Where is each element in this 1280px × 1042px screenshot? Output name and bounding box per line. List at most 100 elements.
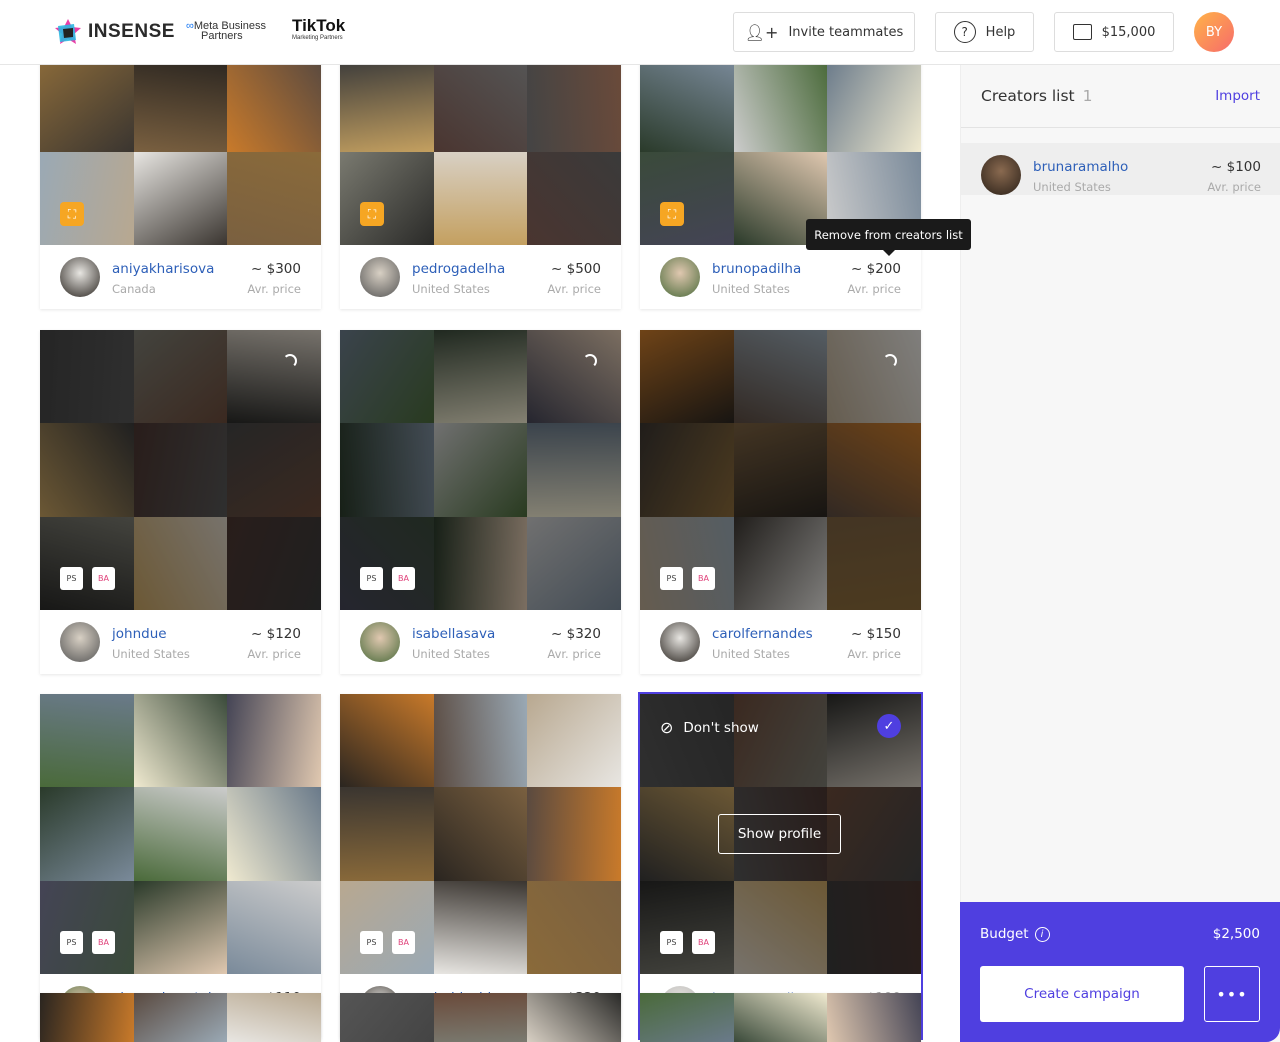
portfolio-image xyxy=(227,58,321,152)
price-label: Avr. price xyxy=(247,282,301,296)
creator-card[interactable]: PS BA carolfernandes United States ~ $150 Avr… xyxy=(640,330,921,674)
portfolio-image xyxy=(40,58,134,152)
creator-card[interactable] xyxy=(340,993,621,1042)
invite-label: Invite teammates xyxy=(788,24,904,40)
portfolio-image xyxy=(40,151,134,245)
info-icon[interactable]: i xyxy=(1034,926,1050,942)
avatar xyxy=(360,622,400,662)
portfolio-image xyxy=(527,330,621,424)
ba-badge: BA xyxy=(392,931,415,954)
portfolio-image xyxy=(433,151,528,245)
help-icon: ? xyxy=(953,21,976,43)
creator-card[interactable]: PSBAalexandreestol...Canada~ $110Avr. pr… xyxy=(40,694,321,1038)
portfolio-image xyxy=(640,516,734,610)
portfolio-image xyxy=(527,151,621,245)
portfolio-image xyxy=(40,423,134,517)
creator-price: ~ $120 xyxy=(251,626,301,642)
help-label: Help xyxy=(985,24,1016,40)
creator-info: carolfernandes United States ~ $150 Avr. pr… xyxy=(640,610,921,674)
portfolio-image xyxy=(733,880,828,974)
portfolio-image xyxy=(733,330,828,424)
ps-badge: PS xyxy=(60,567,83,590)
portfolio-grid[interactable] xyxy=(340,993,621,1042)
portfolio-grid[interactable] xyxy=(40,993,321,1042)
creator-card[interactable]: PSBA⊘Don't show✓Show profilebrunaramalho… xyxy=(638,692,923,1040)
dont-show-button[interactable]: ⊘ Don't show xyxy=(660,718,759,737)
import-link[interactable]: Import xyxy=(1215,88,1260,104)
selected-check-icon[interactable]: ✓ xyxy=(877,714,901,738)
creators-grid: ⛶ aniyakharisova Canada ~ $300 Avr. price ⛶ pe… xyxy=(0,0,960,1042)
ba-badge: BA xyxy=(692,931,715,954)
portfolio-image xyxy=(40,516,134,610)
portfolio-image xyxy=(340,423,434,517)
creator-info: pedrogadelha United States ~ $500 Avr. pric… xyxy=(340,245,621,309)
portfolio-image xyxy=(433,694,528,788)
portfolio-image xyxy=(133,694,228,788)
creator-info: johndue United States ~ $120 Avr. price xyxy=(40,610,321,674)
creator-card[interactable]: PSBAandrebiachiUnited States~ $320Avr. p… xyxy=(340,694,621,1038)
creator-card[interactable] xyxy=(40,993,321,1042)
portfolio-image xyxy=(527,993,621,1042)
add-user-icon: 👤︎+ xyxy=(744,22,779,42)
ba-badge: BA xyxy=(92,931,115,954)
portfolio-image xyxy=(40,993,134,1042)
creator-name[interactable]: brunopadilha xyxy=(712,261,801,277)
content-type-icon: ⛶ xyxy=(60,202,84,226)
avatar xyxy=(360,257,400,297)
creator-name[interactable]: pedrogadelha xyxy=(412,261,505,277)
ps-badge: PS xyxy=(660,931,683,954)
creator-card[interactable]: PS BA johndue United States ~ $120 Avr. price xyxy=(40,330,321,674)
portfolio-image xyxy=(340,993,434,1042)
help-button[interactable]: ? Help xyxy=(935,12,1034,52)
creator-name[interactable]: johndue xyxy=(112,626,167,642)
portfolio-image xyxy=(733,423,828,517)
portfolio-image xyxy=(40,787,134,881)
creator-name[interactable]: brunaramalho xyxy=(1033,159,1128,175)
show-profile-button[interactable]: Show profile xyxy=(718,814,841,854)
balance-button[interactable]: $15,000 xyxy=(1054,12,1174,52)
creator-info: brunopadilha United States ~ $200 Avr. pric… xyxy=(640,245,921,309)
creators-list-title: Creators list 1 xyxy=(981,87,1093,105)
portfolio-image xyxy=(527,516,621,610)
avatar xyxy=(660,257,700,297)
price-label: Avr. price xyxy=(547,647,601,661)
creator-card[interactable] xyxy=(640,993,921,1042)
creators-list-item[interactable]: brunaramalho United States ~ $100 Avr. p… xyxy=(961,143,1280,195)
price-label: Avr. price xyxy=(547,282,601,296)
creator-price: ~ $100 xyxy=(1211,159,1261,175)
loading-spinner-icon xyxy=(583,354,597,368)
portfolio-image xyxy=(733,516,828,610)
avatar xyxy=(60,622,100,662)
portfolio-image xyxy=(40,330,134,424)
price-label: Avr. price xyxy=(1207,180,1261,194)
eye-off-icon: ⊘ xyxy=(660,718,674,737)
portfolio-image xyxy=(133,787,228,881)
portfolio-image xyxy=(133,993,228,1042)
creator-price: ~ $500 xyxy=(551,261,601,277)
creator-price: ~ $300 xyxy=(251,261,301,277)
portfolio-image xyxy=(40,880,134,974)
more-options-button[interactable]: ••• xyxy=(1204,966,1260,1022)
budget-value: $2,500 xyxy=(1212,926,1260,942)
portfolio-image xyxy=(227,423,321,517)
portfolio-image xyxy=(827,58,921,152)
ps-badge: PS xyxy=(360,931,383,954)
creator-price: ~ $200 xyxy=(851,261,901,277)
portfolio-grid[interactable] xyxy=(640,993,921,1042)
content-type-icon: ⛶ xyxy=(660,202,684,226)
user-avatar[interactable]: BY xyxy=(1194,12,1234,52)
portfolio-image xyxy=(827,694,921,788)
creator-name[interactable]: aniyakharisova xyxy=(112,261,214,277)
creator-name[interactable]: isabellasava xyxy=(412,626,495,642)
loading-spinner-icon xyxy=(883,354,897,368)
creators-list-header: Creators list 1 Import xyxy=(961,65,1280,128)
creator-card[interactable]: PS BA isabellasava United States ~ $320 Avr. … xyxy=(340,330,621,674)
insense-logo[interactable]: INSENSE xyxy=(54,18,175,46)
creator-country: United States xyxy=(712,282,790,296)
portfolio-image xyxy=(827,516,921,610)
portfolio-image xyxy=(733,993,828,1042)
creator-name[interactable]: carolfernandes xyxy=(712,626,813,642)
create-campaign-button[interactable]: Create campaign xyxy=(980,966,1184,1022)
invite-teammates-button[interactable]: 👤︎+ Invite teammates xyxy=(733,12,915,52)
portfolio-image xyxy=(433,880,528,974)
